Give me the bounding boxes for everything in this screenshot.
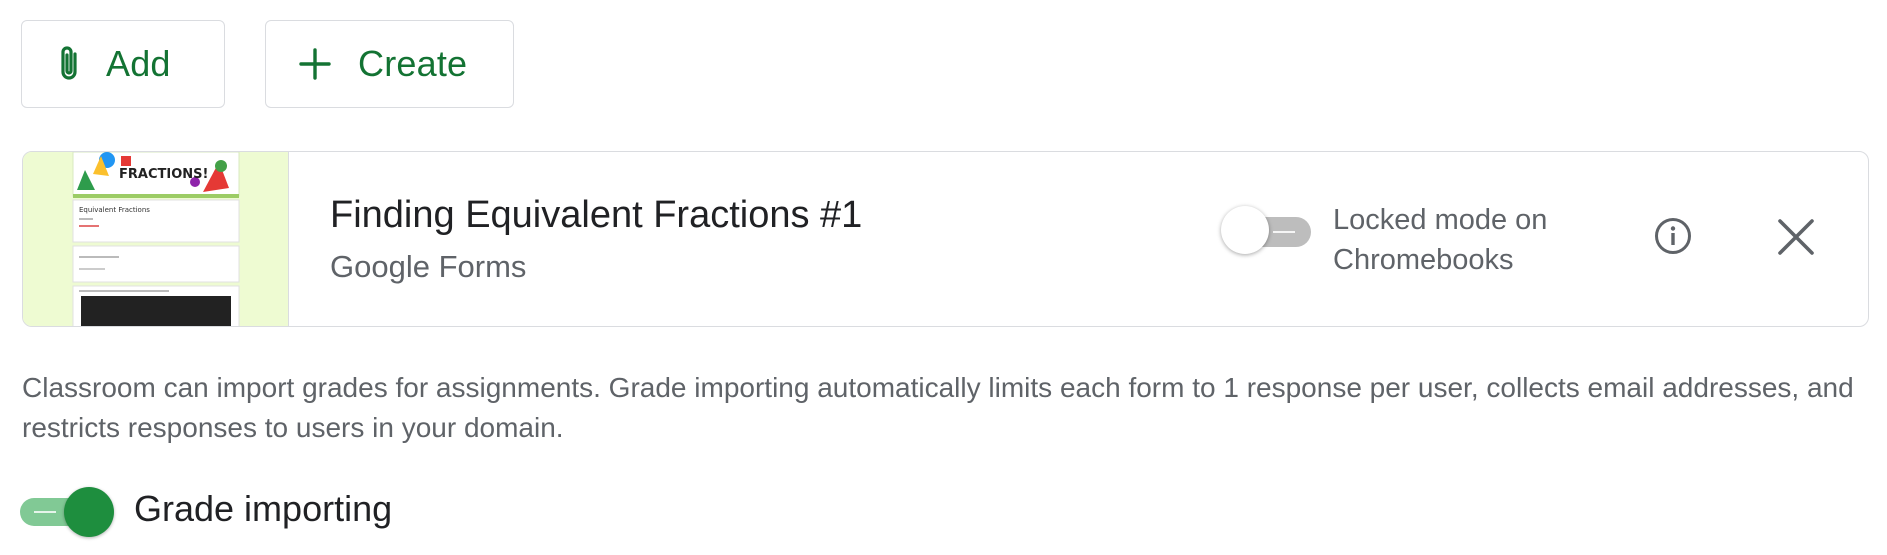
attachment-title[interactable]: Finding Equivalent Fractions #1 bbox=[330, 194, 862, 237]
form-thumbnail-image: FRACTIONS! Equivalent Fractions bbox=[23, 152, 288, 326]
info-icon[interactable] bbox=[1653, 216, 1693, 256]
attachment-type: Google Forms bbox=[330, 249, 527, 284]
thumbnail-heading: Equivalent Fractions bbox=[79, 206, 150, 214]
locked-mode-toggle-knob bbox=[1221, 206, 1269, 254]
plus-icon bbox=[299, 48, 331, 80]
toggle-track-line bbox=[1273, 231, 1295, 233]
grade-importing-toggle-knob bbox=[64, 487, 114, 537]
form-thumbnail[interactable]: FRACTIONS! Equivalent Fractions bbox=[23, 152, 289, 326]
grade-importing-label: Grade importing bbox=[134, 488, 393, 529]
toggle-track-line bbox=[34, 511, 56, 513]
grade-importing-toggle[interactable] bbox=[18, 484, 118, 540]
locked-mode-label: Locked mode on Chromebooks bbox=[1333, 204, 1548, 276]
add-button-label: Add bbox=[106, 43, 171, 84]
create-button-label: Create bbox=[358, 43, 468, 84]
locked-mode-toggle[interactable] bbox=[1219, 200, 1315, 260]
close-icon[interactable] bbox=[1775, 216, 1817, 258]
paperclip-icon bbox=[61, 46, 77, 80]
assignment-attachments-panel: Add Create FRACTIONS! Equivalent Fractio… bbox=[0, 0, 1887, 555]
create-button[interactable]: Create bbox=[265, 20, 514, 108]
grade-import-description: Classroom can import grades for assignme… bbox=[22, 372, 1854, 443]
thumbnail-banner-text: FRACTIONS! bbox=[119, 167, 208, 182]
add-button[interactable]: Add bbox=[21, 20, 225, 108]
attachment-card[interactable]: FRACTIONS! Equivalent Fractions Finding … bbox=[22, 151, 1869, 327]
